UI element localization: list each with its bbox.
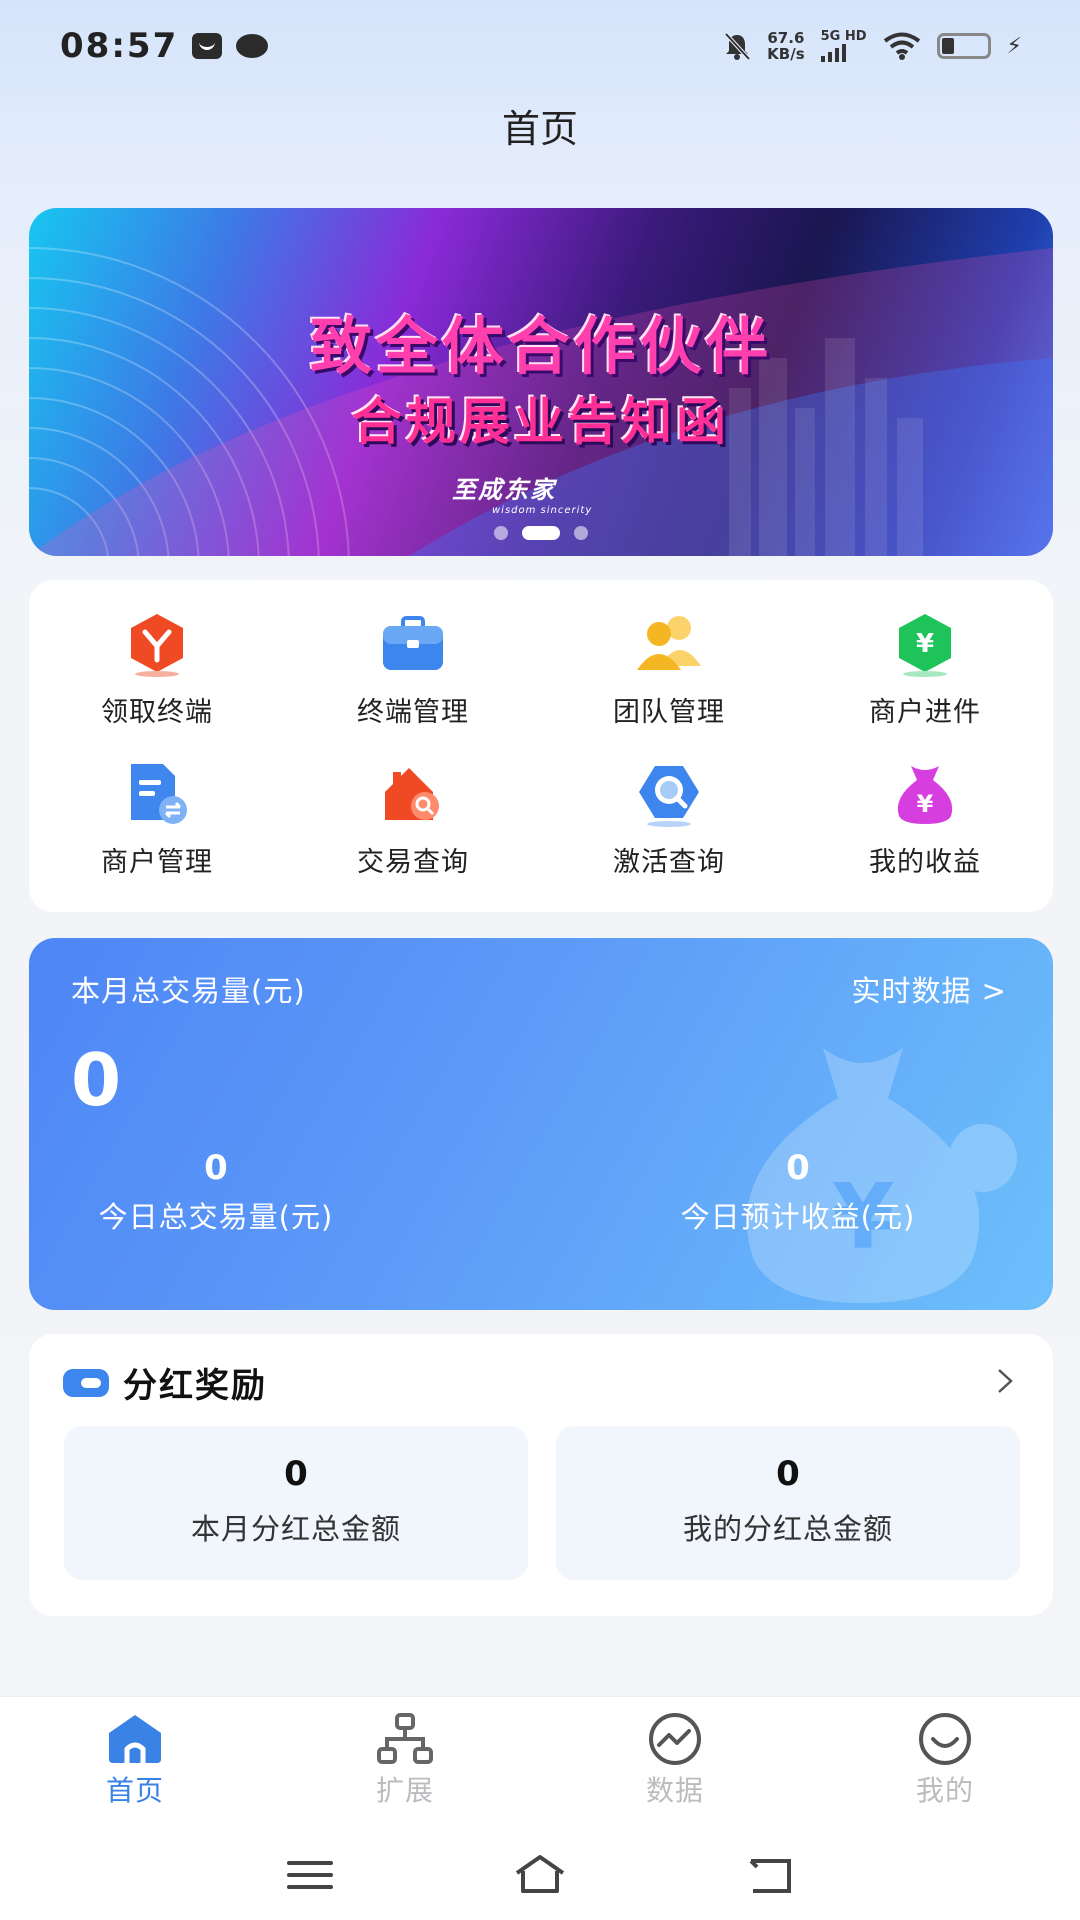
chevron-right-icon[interactable]	[995, 1368, 1015, 1394]
today-income-value: 0	[786, 1148, 810, 1188]
tab-data[interactable]: 数据	[540, 1697, 810, 1830]
wallet-icon	[63, 1368, 109, 1397]
status-time: 08:57	[60, 26, 179, 66]
status-bar: 08:57 67.6 KB/s 5G HD ⚡	[0, 0, 1080, 92]
signal-bars-icon	[820, 44, 867, 62]
transaction-stats-card: ¥ 本月总交易量(元) 实时数据 > 0 0 今日总交易量(元) 0 今日预计收…	[29, 938, 1053, 1310]
signal: 5G HD	[820, 29, 867, 62]
today-total-label: 今日总交易量(元)	[98, 1200, 334, 1234]
promo-banner[interactable]: 致全体合作伙伴 合规展业告知函 至成东家 wisdom sincerity	[29, 208, 1053, 556]
realtime-data-link[interactable]: 实时数据 >	[851, 968, 1007, 1010]
chat-notification-icon	[236, 34, 269, 58]
menu-label: 我的收益	[869, 847, 981, 878]
today-total-block: 0 今日总交易量(元)	[71, 1148, 361, 1236]
home-button-icon[interactable]	[513, 1853, 567, 1897]
menu-label: 交易查询	[357, 847, 469, 878]
net-speed-unit: KB/s	[767, 45, 805, 63]
message-notification-icon	[192, 33, 223, 59]
mute-bell-icon	[724, 32, 751, 61]
today-total-value: 0	[204, 1148, 228, 1188]
trend-chart-icon	[649, 1713, 701, 1765]
banner-pagination	[29, 526, 1053, 540]
home-screen: 08:57 67.6 KB/s 5G HD ⚡ 首页 致全体合作伙伴 合规展业告…	[0, 0, 1080, 1920]
banner-subheadline: 合规展业告知函	[352, 393, 730, 451]
net-speed: 67.6 KB/s	[767, 30, 804, 62]
hierarchy-icon	[377, 1713, 433, 1764]
system-navigation-bar	[0, 1830, 1080, 1920]
tab-label: 我的	[915, 1774, 974, 1807]
home-icon	[109, 1715, 161, 1763]
menu-item-transaction-query[interactable]: 交易查询	[285, 758, 541, 908]
page-title: 首页	[501, 107, 578, 151]
banner-dot[interactable]	[494, 526, 508, 540]
my-dividend-value: 0	[776, 1454, 800, 1494]
money-bag-icon: ¥	[897, 766, 953, 824]
tab-mine[interactable]: 我的	[810, 1697, 1080, 1830]
menu-label: 团队管理	[613, 697, 725, 728]
my-dividend-label: 我的分红总金额	[682, 1512, 893, 1546]
tab-home[interactable]: 首页	[0, 1697, 270, 1830]
status-right: 67.6 KB/s 5G HD ⚡	[723, 30, 1022, 62]
menu-label: 领取终端	[101, 697, 213, 728]
menu-label: 商户进件	[869, 697, 981, 728]
menu-item-activation-query[interactable]: 激活查询	[541, 758, 797, 908]
team-icon	[637, 616, 701, 670]
menu-item-merchant-management[interactable]: 商户管理	[29, 758, 285, 908]
today-income-block: 0 今日预计收益(元)	[651, 1148, 945, 1236]
menu-icon[interactable]	[283, 1853, 337, 1897]
banner-dot[interactable]	[574, 526, 588, 540]
svg-text:¥: ¥	[917, 790, 934, 818]
banner-headline: 致全体合作伙伴	[309, 310, 772, 383]
dividend-title: 分红奖励	[123, 1366, 267, 1406]
activation-search-icon	[639, 766, 699, 827]
month-dividend-box: 0 本月分红总金额	[64, 1426, 528, 1580]
status-left: 08:57	[60, 26, 269, 66]
svg-text:¥: ¥	[916, 629, 934, 659]
charging-icon: ⚡	[1006, 33, 1022, 59]
back-icon[interactable]	[743, 1853, 797, 1897]
battery-icon	[936, 33, 991, 59]
smile-face-icon	[919, 1713, 971, 1765]
banner-logo: 至成东家 wisdom sincerity	[452, 470, 592, 516]
network-type: 5G HD	[820, 29, 867, 44]
banner-logo-text: 至成东家	[452, 476, 556, 504]
menu-item-terminal-management[interactable]: 终端管理	[285, 608, 541, 758]
month-total-value: 0	[71, 1038, 122, 1122]
feature-menu: 领取终端 终端管理 团队管理 ¥ 商户进件 商户管理 交易查询 激活查询 ¥ 我…	[29, 580, 1053, 912]
month-dividend-label: 本月分红总金额	[190, 1512, 401, 1546]
bottom-tab-bar: 首页 扩展 数据 我的	[0, 1696, 1080, 1830]
banner-logo-tagline: wisdom sincerity	[492, 505, 593, 516]
tab-label: 首页	[105, 1774, 164, 1807]
today-income-label: 今日预计收益(元)	[680, 1200, 916, 1234]
month-total-label: 本月总交易量(元)	[71, 974, 306, 1008]
claim-terminal-icon	[131, 614, 183, 677]
banner-dot-active[interactable]	[522, 526, 560, 540]
menu-item-team-management[interactable]: 团队管理	[541, 608, 797, 758]
wifi-icon	[883, 32, 920, 60]
month-dividend-value: 0	[284, 1454, 308, 1494]
tab-label: 扩展	[375, 1774, 434, 1807]
transaction-search-icon	[385, 768, 439, 820]
menu-item-my-earnings[interactable]: ¥ 我的收益	[797, 758, 1053, 908]
net-speed-value: 67.6	[767, 29, 805, 47]
briefcase-icon	[383, 616, 443, 670]
dividend-header: 分红奖励	[63, 1358, 267, 1407]
menu-label: 终端管理	[357, 697, 469, 728]
menu-item-merchant-onboarding[interactable]: ¥ 商户进件	[797, 608, 1053, 758]
menu-label: 商户管理	[101, 847, 213, 878]
tab-label: 数据	[645, 1774, 704, 1807]
menu-label: 激活查询	[613, 847, 725, 878]
merchant-onboard-icon: ¥	[899, 614, 951, 677]
merchant-manage-icon	[131, 764, 187, 824]
tab-expand[interactable]: 扩展	[270, 1697, 540, 1830]
menu-item-claim-terminal[interactable]: 领取终端	[29, 608, 285, 758]
my-dividend-box: 0 我的分红总金额	[556, 1426, 1020, 1580]
dividend-card[interactable]: 分红奖励 0 本月分红总金额 0 我的分红总金额	[29, 1334, 1053, 1616]
